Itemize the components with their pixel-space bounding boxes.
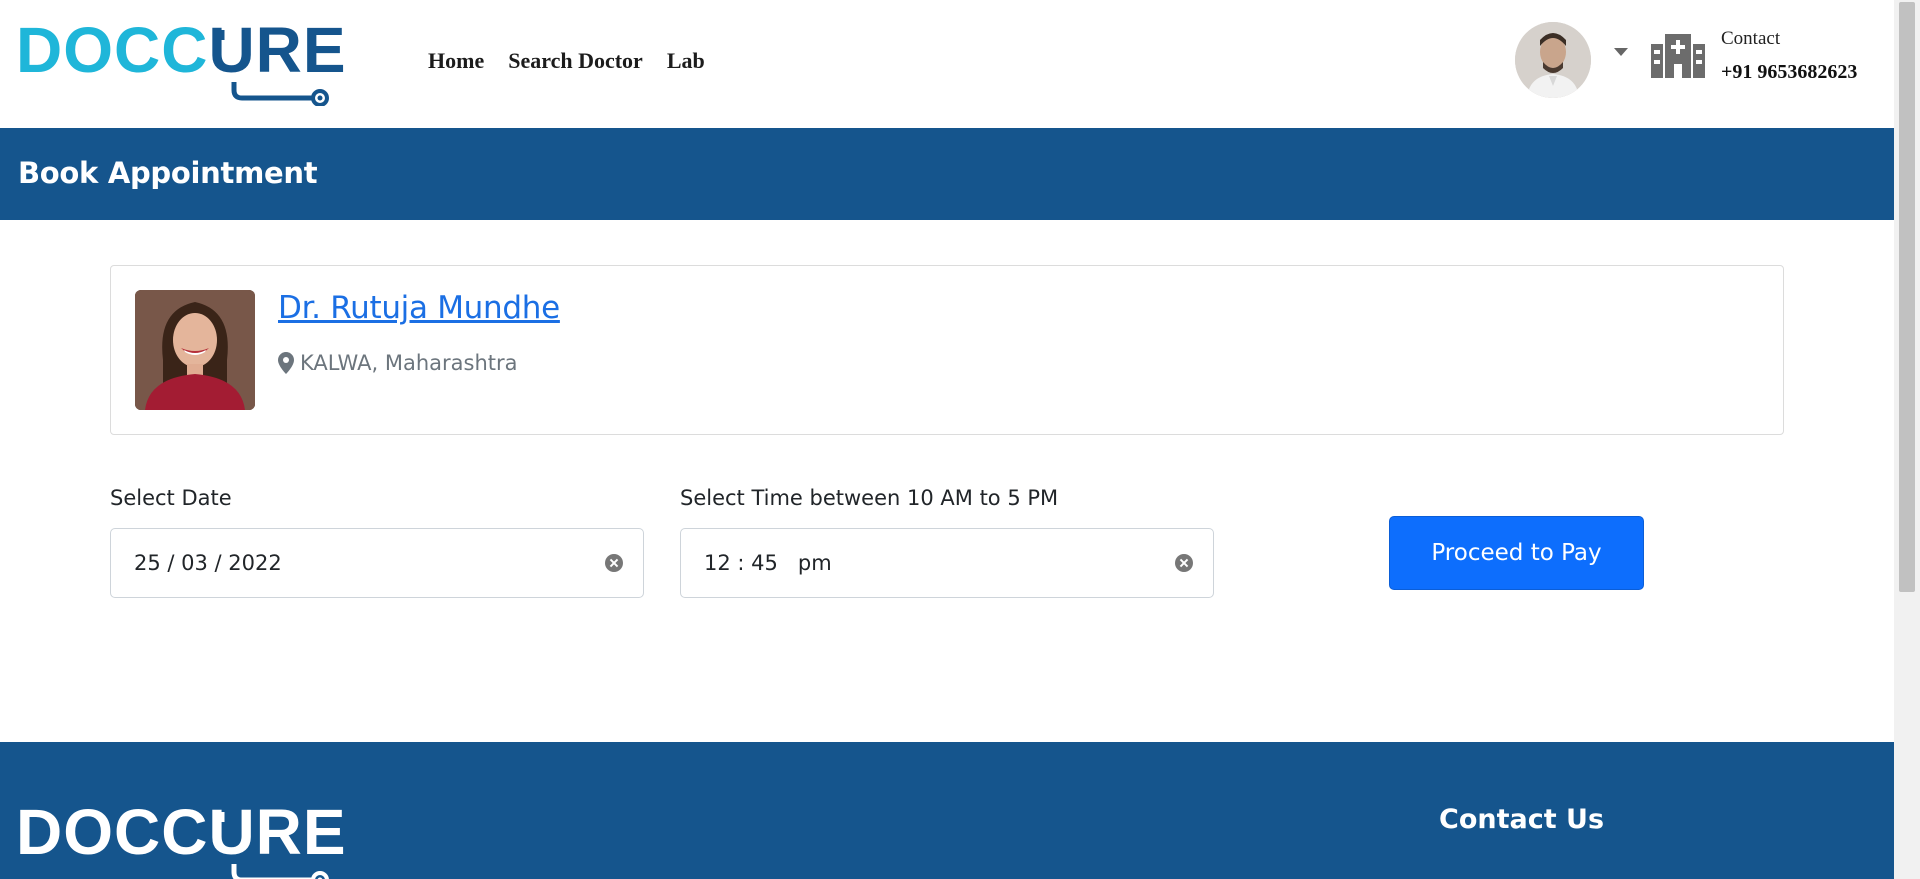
scrollbar-thumb[interactable] [1899, 2, 1915, 592]
date-clear-icon[interactable] [605, 554, 623, 572]
stethoscope-icon [219, 30, 329, 106]
user-menu-chevron-down-icon[interactable] [1614, 48, 1628, 56]
time-clear-icon[interactable] [1175, 554, 1193, 572]
time-input-value: 12 : 45 pm [704, 551, 832, 575]
date-input-value: 25 / 03 / 2022 [134, 551, 282, 575]
footer-stethoscope-icon [219, 812, 329, 879]
footer-contact-heading: Contact Us [1439, 804, 1605, 835]
footer-logo[interactable]: DOCCURE [16, 800, 346, 879]
site-logo[interactable]: DOCCURE [16, 18, 346, 106]
date-input[interactable]: 25 / 03 / 2022 [110, 528, 644, 598]
main-nav: Home Search Doctor Lab [428, 48, 705, 74]
doctor-card: Dr. Rutuja Mundhe KALWA, Maharashtra [110, 265, 1784, 435]
doctor-photo [135, 290, 255, 410]
site-header: DOCCURE Home Search Doctor Lab Contact +… [0, 0, 1894, 128]
vertical-scrollbar[interactable] [1894, 0, 1920, 879]
hospital-icon [1651, 34, 1705, 78]
doctor-name-link[interactable]: Dr. Rutuja Mundhe [278, 290, 560, 326]
avatar-image [1515, 22, 1591, 98]
time-label: Select Time between 10 AM to 5 PM [680, 486, 1059, 510]
site-footer: DOCCURE Contact Us [0, 742, 1894, 879]
doctor-location: KALWA, Maharashtra [278, 351, 518, 375]
nav-lab[interactable]: Lab [667, 48, 705, 74]
doctor-location-text: KALWA, Maharashtra [300, 351, 518, 375]
map-marker-icon [278, 352, 294, 374]
contact-phone[interactable]: +91 9653682623 [1721, 61, 1857, 84]
proceed-to-pay-button[interactable]: Proceed to Pay [1389, 516, 1644, 590]
contact-label: Contact [1721, 28, 1781, 49]
nav-search-doctor[interactable]: Search Doctor [508, 48, 643, 74]
nav-home[interactable]: Home [428, 48, 484, 74]
page-banner: Book Appointment [0, 128, 1894, 220]
footer-logo-text-part-1: DOCC [16, 796, 209, 868]
time-input[interactable]: 12 : 45 pm [680, 528, 1214, 598]
logo-text-part-1: DOCC [16, 14, 209, 86]
page: DOCCURE Home Search Doctor Lab Contact +… [0, 0, 1894, 879]
date-label: Select Date [110, 486, 232, 510]
user-avatar[interactable] [1515, 22, 1591, 98]
page-title: Book Appointment [18, 156, 318, 190]
